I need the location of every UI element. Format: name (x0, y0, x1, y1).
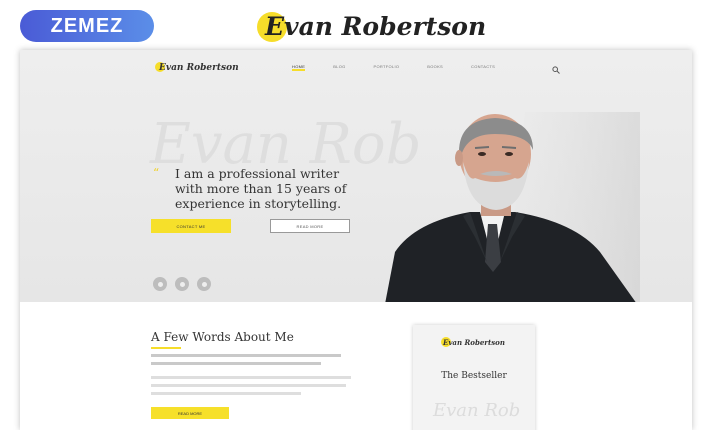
quote-icon: “ (153, 166, 160, 180)
nav-item-contacts[interactable]: Contacts (471, 64, 495, 69)
read-more-button[interactable]: Read More (270, 219, 350, 233)
about-text-line (151, 392, 301, 395)
search-icon[interactable] (552, 61, 560, 79)
site-logo[interactable]: Evan Robertson (155, 60, 239, 76)
site-logo-text: Evan Robertson (159, 63, 239, 73)
about-text-line (151, 376, 351, 379)
author-portrait (385, 112, 640, 302)
book-logo-text: Evan Robertson (443, 337, 505, 347)
website-preview: Evan Robertson Home Blog Portfolio Books… (20, 50, 692, 430)
hero-section: Evan Robertson Home Blog Portfolio Books… (20, 50, 692, 302)
nav-item-home[interactable]: Home (292, 64, 306, 71)
book-cover[interactable]: Evan Robertson The Bestseller Evan Rob (413, 325, 535, 430)
zemez-logo[interactable]: ZEMEZ (20, 10, 154, 42)
hero-headline-line: I am a professional writer (175, 166, 340, 181)
nav-item-blog[interactable]: Blog (333, 64, 345, 69)
hero-headline-line: experience in storytelling. (175, 196, 342, 211)
about-text-line (151, 362, 321, 365)
nav-item-portfolio[interactable]: Portfolio (374, 64, 400, 69)
about-text-line (151, 354, 341, 357)
about-text-line (151, 384, 346, 387)
social-icon[interactable] (175, 277, 189, 291)
about-read-more-button[interactable]: Read More (151, 407, 229, 419)
social-icon[interactable] (153, 277, 167, 291)
social-icon[interactable] (197, 277, 211, 291)
main-nav: Home Blog Portfolio Books Contacts (292, 64, 523, 71)
about-underline (151, 347, 181, 349)
book-script: Evan Rob (433, 400, 521, 421)
contact-me-button[interactable]: Contact Me (151, 219, 231, 233)
hero-headline: I am a professional writer with more tha… (175, 166, 375, 211)
social-icons (153, 277, 211, 291)
brand-title-text: Evan Robertson (265, 11, 487, 41)
about-heading: A Few Words About Me (151, 330, 294, 344)
brand-title: Evan Robertson (255, 6, 486, 46)
book-logo: Evan Robertson (441, 335, 505, 349)
hero-headline-line: with more than 15 years of (175, 181, 347, 196)
book-title: The Bestseller (441, 371, 507, 381)
nav-item-books[interactable]: Books (427, 64, 443, 69)
